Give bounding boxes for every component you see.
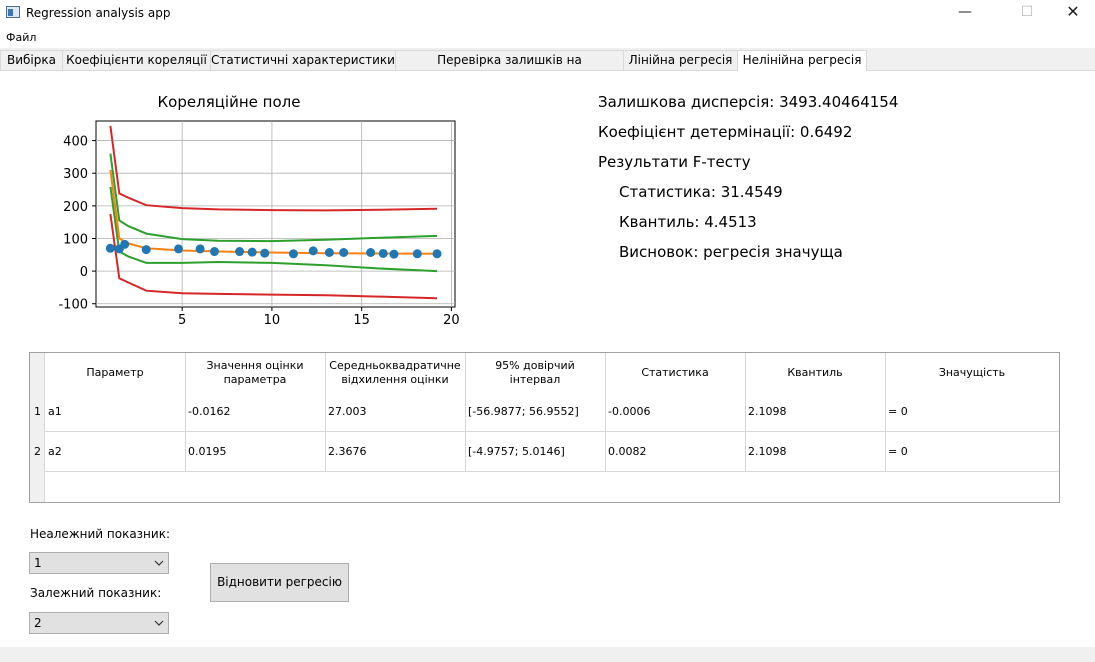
ftest-heading: Результати F-тесту: [598, 153, 751, 171]
data-point: [432, 249, 442, 259]
row-divider: [45, 471, 1059, 472]
x-tick-label: 5: [178, 313, 186, 328]
restore-regression-button[interactable]: Відновити регресію: [210, 563, 349, 602]
table-cell[interactable]: -0.0162: [185, 392, 325, 431]
close-button[interactable]: ✕: [1050, 0, 1095, 26]
table-cell[interactable]: = 0: [885, 392, 1059, 431]
ftest-conclusion: Висновок: регресія значуща: [619, 243, 843, 261]
data-point: [260, 248, 270, 258]
tab-statistical-characteristics[interactable]: Статистичні характеристики: [210, 50, 396, 71]
data-point: [412, 249, 422, 259]
table-cell[interactable]: [-4.9757; 5.0146]: [465, 432, 605, 471]
row-header: [30, 353, 45, 502]
tab-residual-normality[interactable]: Перевірка залишків на нормальність: [395, 50, 624, 86]
x-tick-label: 20: [443, 313, 460, 328]
data-point: [105, 243, 115, 253]
table-cell[interactable]: 0.0082: [605, 432, 745, 471]
data-point: [235, 247, 245, 257]
col-header-confidence-interval[interactable]: 95% довірчий інтервал: [465, 353, 605, 392]
col-header-estimate[interactable]: Значення оцінки параметра: [185, 353, 325, 392]
tab-content: Кореляційне поле 5 10 15 20 -100 0 100 200 300 40…: [0, 71, 1095, 647]
row-number: 1: [34, 405, 41, 418]
table-cell[interactable]: 2.3676: [325, 432, 465, 471]
table-cell[interactable]: -0.0006: [605, 392, 745, 431]
table-cell[interactable]: 27.003: [325, 392, 465, 431]
data-point: [308, 246, 318, 256]
data-point: [339, 248, 349, 258]
menu-file[interactable]: Файл: [6, 31, 36, 44]
y-tick-label: 0: [80, 265, 88, 280]
ftest-statistic: Статистика: 31.4549: [619, 183, 783, 201]
residual-variance: Залишкова дисперсія: 3493.40464154: [598, 93, 899, 111]
chart-title: Кореляційне поле: [158, 93, 301, 111]
y-tick-label: 200: [63, 200, 88, 215]
data-point: [389, 249, 399, 259]
y-tick-label: 300: [63, 167, 88, 182]
data-point: [366, 248, 376, 258]
dependent-variable-label: Залежний показник:: [30, 586, 162, 600]
row-number: 2: [34, 445, 41, 458]
independent-variable-value: 1: [34, 556, 42, 570]
col-header-significance[interactable]: Значущість: [885, 353, 1059, 392]
data-point: [378, 248, 388, 258]
maximize-button[interactable]: ☐: [1004, 0, 1050, 26]
table-cell[interactable]: [-56.9877; 56.9552]: [465, 392, 605, 431]
table-cell[interactable]: a1: [45, 392, 185, 431]
independent-variable-label: Неалежний показник:: [30, 527, 170, 541]
app-icon: [6, 6, 20, 18]
independent-variable-select[interactable]: 1: [29, 552, 169, 574]
col-header-quantile[interactable]: Квантиль: [745, 353, 885, 392]
y-tick-label: -100: [58, 298, 88, 313]
data-point: [120, 239, 130, 249]
x-tick-label: 15: [353, 313, 370, 328]
correlation-chart: Кореляційне поле 5 10 15 20 -100 0 100 200 300 40…: [58, 93, 460, 328]
tab-linear-regression[interactable]: Лінійна регресія: [623, 50, 738, 71]
minimize-button[interactable]: —: [942, 0, 988, 26]
tab-nonlinear-regression[interactable]: Нелінійна регресія: [737, 50, 867, 72]
data-point: [324, 248, 334, 258]
col-header-statistic[interactable]: Статистика: [605, 353, 745, 392]
y-tick-label: 400: [63, 135, 88, 150]
data-point: [288, 249, 298, 259]
chevron-down-icon: [154, 620, 164, 626]
tab-correlation-coefficients[interactable]: Коефіцієнти кореляції: [62, 50, 211, 71]
data-point: [141, 245, 151, 255]
tab-sample[interactable]: Вибірка: [0, 50, 63, 71]
title-bar: Regression analysis app — ☐ ✕: [0, 0, 1095, 28]
col-header-parameter[interactable]: Параметр: [45, 353, 185, 392]
table-cell[interactable]: 2.1098: [745, 432, 885, 471]
dependent-variable-select[interactable]: 2: [29, 612, 169, 634]
determination-coefficient: Коефіцієнт детермінації: 0.6492: [598, 123, 853, 141]
table-cell[interactable]: = 0: [885, 432, 1059, 471]
data-point: [195, 244, 205, 254]
menu-bar: Файл: [0, 28, 1095, 48]
col-header-std-deviation[interactable]: Середньоквадратичне відхилення оцінки: [325, 353, 465, 392]
ftest-quantile: Квантиль: 4.4513: [619, 213, 757, 231]
data-point: [247, 247, 257, 257]
table-cell[interactable]: 0.0195: [185, 432, 325, 471]
data-point: [174, 244, 184, 254]
parameters-table[interactable]: Параметр Значення оцінки параметра Серед…: [29, 352, 1060, 503]
dependent-variable-value: 2: [34, 616, 42, 630]
data-point: [209, 247, 219, 257]
plot-area: [95, 120, 456, 308]
table-cell[interactable]: a2: [45, 432, 185, 471]
chevron-down-icon: [154, 560, 164, 566]
y-tick-label: 100: [63, 232, 88, 247]
table-cell[interactable]: 2.1098: [745, 392, 885, 431]
window-title: Regression analysis app: [26, 6, 171, 20]
x-tick-label: 10: [264, 313, 281, 328]
tab-bar: Вибірка Коефіцієнти кореляції Статистичн…: [0, 50, 1095, 86]
